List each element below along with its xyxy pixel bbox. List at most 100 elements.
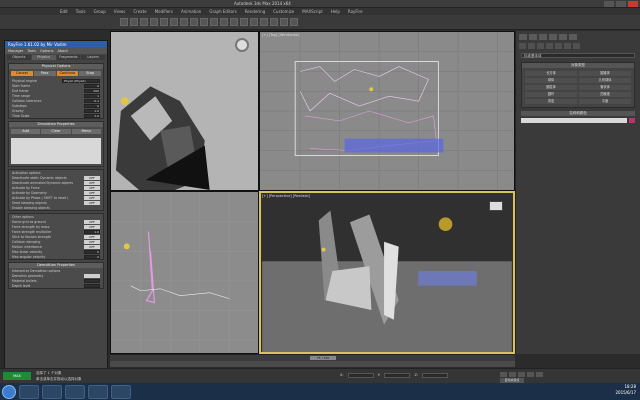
spacewarps-icon[interactable] xyxy=(564,43,571,49)
tab-layers[interactable]: Layers xyxy=(81,55,105,60)
menu-modifiers[interactable]: Modifiers xyxy=(155,9,173,14)
menu-edit[interactable]: Edit xyxy=(60,9,68,14)
option-toggle[interactable]: OFF xyxy=(84,239,100,244)
viewport-label-perspective[interactable]: [+] [Perspective] [Realistic] xyxy=(262,194,310,198)
rayfire-menu-manager[interactable]: Manager xyxy=(8,48,23,54)
option-field[interactable]: 1.0 xyxy=(84,229,100,234)
option-toggle[interactable]: OFF xyxy=(84,190,100,195)
param-field[interactable]: 1.0 xyxy=(84,113,100,118)
snap-icon[interactable] xyxy=(210,18,218,26)
engine-dropdown[interactable]: PhysX (PhysX) xyxy=(62,78,100,83)
menu-button[interactable]: Menu xyxy=(71,129,101,134)
viewcube-icon[interactable] xyxy=(235,38,249,52)
helpers-icon[interactable] xyxy=(555,43,562,49)
continue-button[interactable]: Continue xyxy=(56,71,79,76)
param-field[interactable]: 200 xyxy=(84,88,100,93)
add-button[interactable]: Add xyxy=(11,129,41,134)
y-field[interactable] xyxy=(384,373,411,378)
viewport-perspective[interactable] xyxy=(259,191,515,354)
object-button[interactable]: 四棱锥 xyxy=(579,92,631,97)
viewport-perspective-left[interactable] xyxy=(110,31,259,191)
menu-create[interactable]: Create xyxy=(133,9,146,14)
scale-icon[interactable] xyxy=(200,18,208,26)
taskbar-app-browser[interactable] xyxy=(42,384,62,399)
start-button[interactable] xyxy=(2,384,16,399)
viewport-label-top[interactable]: [+] [Top] [Wireframe] xyxy=(262,33,300,37)
param-field[interactable]: 0.1 xyxy=(84,98,100,103)
object-button[interactable]: 圆环 xyxy=(525,92,577,97)
select-by-name-icon[interactable] xyxy=(170,18,178,26)
maximize-button[interactable] xyxy=(616,1,626,7)
stop-button[interactable]: Stop xyxy=(79,71,101,76)
time-slider[interactable]: 75 / 100 xyxy=(310,356,336,360)
param-field[interactable]: 1 xyxy=(84,93,100,98)
utilities-tab-icon[interactable] xyxy=(569,34,577,40)
unlink-icon[interactable] xyxy=(150,18,158,26)
menu-customize[interactable]: Customize xyxy=(273,9,294,14)
tab-physics[interactable]: Physics xyxy=(31,55,56,60)
option-field[interactable] xyxy=(84,278,100,283)
minimize-button[interactable] xyxy=(604,1,614,7)
primitive-type-dropdown[interactable]: 标准基本体 xyxy=(521,53,635,58)
name-color-heading[interactable]: 名称和颜色 xyxy=(521,111,635,116)
option-toggle[interactable]: OFF xyxy=(84,234,100,239)
taskbar-app-media[interactable] xyxy=(88,384,108,399)
taskbar-app-3dsmax[interactable] xyxy=(65,384,85,399)
menu-maxscript[interactable]: MAXScript xyxy=(302,9,323,14)
menu-rendering[interactable]: Rendering xyxy=(245,9,265,14)
mirror-icon[interactable] xyxy=(230,18,238,26)
simulation-object-list[interactable] xyxy=(11,138,101,164)
menu-views[interactable]: Views xyxy=(114,9,126,14)
next-frame-icon[interactable] xyxy=(527,372,534,377)
modify-tab-icon[interactable] xyxy=(529,34,537,40)
option-toggle[interactable]: OFF xyxy=(84,180,100,185)
redo-icon[interactable] xyxy=(130,18,138,26)
render-setup-icon[interactable] xyxy=(280,18,288,26)
play-icon[interactable] xyxy=(518,372,525,377)
rayfire-menu-options[interactable]: Options xyxy=(40,48,54,54)
cancel-button[interactable]: Cancel xyxy=(11,71,33,76)
tab-objects[interactable]: Objects xyxy=(7,55,31,60)
object-name-input[interactable] xyxy=(521,118,627,123)
option-toggle[interactable]: OFF xyxy=(84,185,100,190)
param-field[interactable]: 0 xyxy=(84,83,100,88)
option-toggle[interactable]: OFF xyxy=(84,244,100,249)
object-button[interactable]: 管状体 xyxy=(579,85,631,90)
shapes-icon[interactable] xyxy=(528,43,535,49)
geometry-icon[interactable] xyxy=(519,43,526,49)
x-field[interactable] xyxy=(347,373,374,378)
lights-icon[interactable] xyxy=(537,43,544,49)
angle-snap-icon[interactable] xyxy=(220,18,228,26)
object-button[interactable]: 茶壶 xyxy=(525,99,577,104)
undo-icon[interactable] xyxy=(120,18,128,26)
system-clock[interactable]: 18:28 2015/6/17 xyxy=(615,384,636,396)
object-button[interactable]: 圆锥体 xyxy=(579,71,631,76)
option-field[interactable]: 0 xyxy=(84,249,100,254)
rotate-icon[interactable] xyxy=(190,18,198,26)
cameras-icon[interactable] xyxy=(546,43,553,49)
pass-button[interactable]: Pass xyxy=(33,71,56,76)
track-bar[interactable] xyxy=(110,361,515,367)
curve-editor-icon[interactable] xyxy=(260,18,268,26)
viewport-top[interactable] xyxy=(259,31,515,191)
maxscript-listener[interactable]: MAX xyxy=(3,372,31,380)
close-button[interactable] xyxy=(628,1,638,7)
object-button[interactable]: 平面 xyxy=(579,99,631,104)
menu-animation[interactable]: Animation xyxy=(181,9,201,14)
menu-graph-editors[interactable]: Graph Editors xyxy=(209,9,236,14)
move-icon[interactable] xyxy=(180,18,188,26)
option-toggle[interactable]: OFF xyxy=(84,195,100,200)
option-field[interactable] xyxy=(84,283,100,288)
display-tab-icon[interactable] xyxy=(559,34,567,40)
rayfire-menu-tools[interactable]: Tools xyxy=(27,48,36,54)
go-to-start-icon[interactable] xyxy=(500,372,507,377)
object-button[interactable]: 圆柱体 xyxy=(525,85,577,90)
option-toggle[interactable]: OFF xyxy=(84,200,100,205)
render-icon[interactable] xyxy=(290,18,298,26)
material-editor-icon[interactable] xyxy=(270,18,278,26)
option-toggle[interactable]: OFF xyxy=(84,219,100,224)
hierarchy-tab-icon[interactable] xyxy=(539,34,547,40)
option-toggle[interactable]: OFF xyxy=(84,175,100,180)
menu-rayfire[interactable]: RayFire xyxy=(348,9,363,14)
taskbar-app-explorer[interactable] xyxy=(19,384,39,399)
